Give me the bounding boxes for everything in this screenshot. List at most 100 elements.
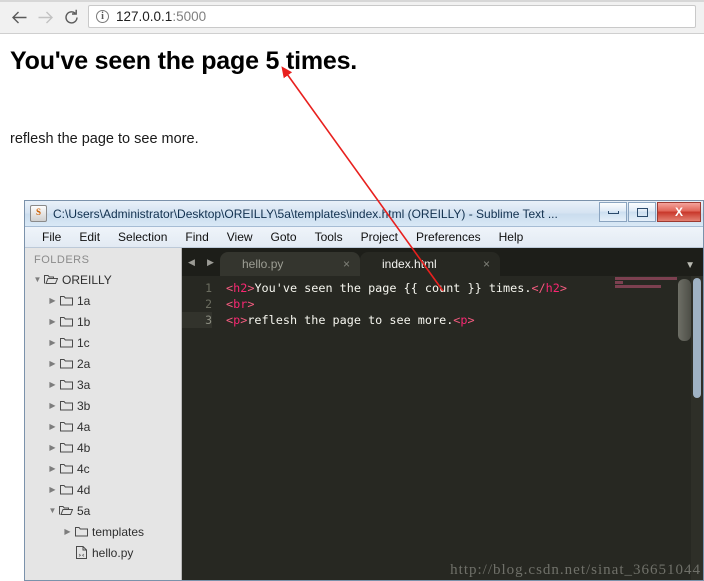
menu-item-selection[interactable]: Selection bbox=[109, 230, 176, 244]
closetag-name: h2 bbox=[545, 281, 560, 295]
chevron-right-icon[interactable]: ▶ bbox=[62, 527, 73, 536]
sublime-title-bar[interactable]: S C:\Users\Administrator\Desktop\OREILLY… bbox=[25, 201, 703, 227]
chevron-right-icon[interactable]: ▶ bbox=[47, 443, 58, 452]
scrollbar-thumb[interactable] bbox=[693, 278, 701, 398]
chevron-right-icon[interactable]: ▶ bbox=[47, 380, 58, 389]
tree-item-oreilly[interactable]: ▼ OREILLY bbox=[25, 269, 181, 290]
maximize-button[interactable] bbox=[628, 202, 656, 222]
chevron-right-icon[interactable]: ▶ bbox=[47, 485, 58, 494]
folder-icon bbox=[73, 526, 89, 537]
folder-icon bbox=[58, 400, 74, 411]
tab-index-html[interactable]: index.html × bbox=[360, 252, 500, 276]
address-bar-text: 127.0.0.1:5000 bbox=[116, 9, 206, 24]
forward-button[interactable] bbox=[34, 6, 56, 28]
folder-icon bbox=[58, 337, 74, 348]
menu-item-help[interactable]: Help bbox=[490, 230, 533, 244]
menu-item-tools[interactable]: Tools bbox=[306, 230, 352, 244]
tree-item-label: templates bbox=[92, 524, 145, 539]
code-minimap[interactable] bbox=[613, 276, 691, 580]
sublime-window-title: C:\Users\Administrator\Desktop\OREILLY\5… bbox=[53, 206, 558, 221]
browser-toolbar: i 127.0.0.1:5000 bbox=[0, 0, 704, 34]
tree-item-3b[interactable]: ▶ 3b bbox=[25, 395, 181, 416]
tree-item-4a[interactable]: ▶ 4a bbox=[25, 416, 181, 437]
line-text: You've seen the page {{ count }} times. bbox=[254, 281, 532, 295]
chevron-right-icon[interactable]: ▶ bbox=[47, 401, 58, 410]
editor-vertical-scrollbar[interactable] bbox=[691, 276, 703, 580]
minimap-viewport-handle[interactable] bbox=[678, 279, 691, 341]
tab-label: hello.py bbox=[242, 257, 284, 271]
chevron-down-icon[interactable]: ▼ bbox=[32, 275, 43, 284]
maximize-icon bbox=[636, 207, 648, 217]
tree-item-label: hello.py bbox=[92, 545, 134, 560]
tree-item-4c[interactable]: ▶ 4c bbox=[25, 458, 181, 479]
browser-tabstrip-edge bbox=[0, 0, 704, 2]
page-heading: You've seen the page 5 times. bbox=[10, 47, 358, 75]
chevron-down-icon[interactable]: ▼ bbox=[47, 506, 58, 515]
minimap-line bbox=[615, 281, 623, 284]
tree-item-4b[interactable]: ▶ 4b bbox=[25, 437, 181, 458]
page-paragraph: reflesh the page to see more. bbox=[10, 131, 199, 147]
tree-item-label: 1b bbox=[77, 314, 91, 329]
tree-item-2a[interactable]: ▶ 2a bbox=[25, 353, 181, 374]
line-number-current: 3 bbox=[182, 312, 212, 328]
tree-item-hello-py[interactable]: ▶ hello.py bbox=[25, 542, 181, 563]
window-controls: X bbox=[599, 202, 701, 222]
url-port: :5000 bbox=[172, 9, 207, 24]
line-number: 1 bbox=[205, 281, 212, 295]
close-button[interactable]: X bbox=[657, 202, 701, 222]
chevron-right-icon[interactable]: ▶ bbox=[47, 422, 58, 431]
tab-prev-icon[interactable]: ◀ bbox=[188, 257, 195, 268]
tab-next-icon[interactable]: ▶ bbox=[207, 257, 214, 268]
chevron-right-icon[interactable]: ▶ bbox=[47, 296, 58, 305]
tree-item-5a[interactable]: ▼ 5a bbox=[25, 500, 181, 521]
minimize-icon bbox=[607, 210, 619, 214]
sidebar-folders-panel[interactable]: FOLDERS ▼ OREILLY ▶ 1a ▶ 1b ▶ 1c ▶ 2a ▶ … bbox=[25, 248, 182, 580]
folder-icon bbox=[58, 421, 74, 432]
folder-open-icon bbox=[58, 505, 74, 516]
tag-name: h2 bbox=[233, 281, 248, 295]
address-bar[interactable]: i 127.0.0.1:5000 bbox=[88, 5, 696, 28]
close-icon[interactable]: × bbox=[343, 257, 350, 271]
minimize-button[interactable] bbox=[599, 202, 627, 222]
line-text: reflesh the page to see more. bbox=[247, 313, 454, 327]
arrow-left-icon bbox=[11, 11, 26, 23]
folder-icon bbox=[58, 358, 74, 369]
tab-overflow-menu-icon[interactable]: ▼ bbox=[685, 260, 695, 271]
tree-item-1a[interactable]: ▶ 1a bbox=[25, 290, 181, 311]
tree-item-1c[interactable]: ▶ 1c bbox=[25, 332, 181, 353]
reload-button[interactable] bbox=[60, 6, 82, 28]
close-icon[interactable]: × bbox=[483, 257, 490, 271]
line-number: 2 bbox=[205, 297, 212, 311]
tree-item-templates[interactable]: ▶ templates bbox=[25, 521, 181, 542]
tab-nav-arrows[interactable]: ◀ ▶ bbox=[182, 248, 220, 276]
tree-item-label: 4c bbox=[77, 461, 90, 476]
menu-item-preferences[interactable]: Preferences bbox=[407, 230, 490, 244]
sublime-text-window[interactable]: S C:\Users\Administrator\Desktop\OREILLY… bbox=[24, 200, 704, 581]
chevron-right-icon[interactable]: ▶ bbox=[47, 464, 58, 473]
menu-item-project[interactable]: Project bbox=[352, 230, 407, 244]
menu-item-find[interactable]: Find bbox=[176, 230, 217, 244]
closetag-close-bracket: > bbox=[559, 281, 567, 295]
menu-item-edit[interactable]: Edit bbox=[70, 230, 109, 244]
site-info-icon[interactable]: i bbox=[96, 10, 109, 23]
tree-item-1b[interactable]: ▶ 1b bbox=[25, 311, 181, 332]
menu-item-view[interactable]: View bbox=[218, 230, 262, 244]
tree-item-3a[interactable]: ▶ 3a bbox=[25, 374, 181, 395]
menu-item-file[interactable]: File bbox=[33, 230, 70, 244]
chevron-right-icon[interactable]: ▶ bbox=[47, 317, 58, 326]
tab-hello-py[interactable]: hello.py × bbox=[220, 252, 360, 276]
tree-item-label: 1c bbox=[77, 335, 90, 350]
folder-icon bbox=[58, 295, 74, 306]
minimap-line bbox=[615, 277, 677, 280]
sublime-menu-bar: File Edit Selection Find View Goto Tools… bbox=[25, 227, 703, 248]
chevron-right-icon[interactable]: ▶ bbox=[47, 359, 58, 368]
tree-item-label: 2a bbox=[77, 356, 91, 371]
editor-area: ◀ ▶ hello.py × index.html × ▼ 1 2 3 <h2>… bbox=[182, 248, 703, 580]
tag-name: br bbox=[233, 297, 248, 311]
back-button[interactable] bbox=[8, 6, 30, 28]
chevron-right-icon[interactable]: ▶ bbox=[47, 338, 58, 347]
tree-item-4d[interactable]: ▶ 4d bbox=[25, 479, 181, 500]
menu-item-goto[interactable]: Goto bbox=[262, 230, 306, 244]
closetag-name: p bbox=[460, 313, 468, 327]
arrow-right-icon bbox=[38, 11, 53, 23]
